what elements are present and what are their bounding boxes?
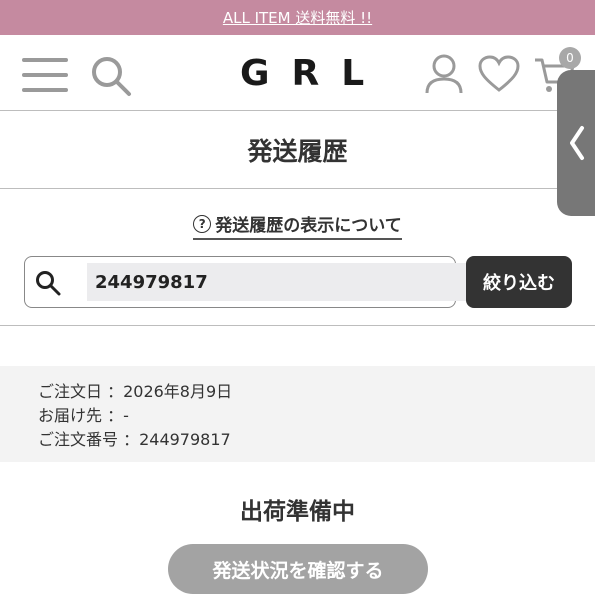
grl-logo[interactable]: GRL bbox=[240, 53, 364, 94]
cart-count-badge: 0 bbox=[559, 47, 581, 69]
side-drawer-tab[interactable] bbox=[557, 70, 595, 216]
question-circle-icon: ? bbox=[193, 214, 212, 233]
shipping-history-help-link[interactable]: ? 発送履歴の表示について bbox=[193, 211, 402, 240]
order-search-input[interactable] bbox=[87, 263, 470, 301]
help-link-label: 発送履歴の表示について bbox=[215, 216, 402, 236]
help-row: ? 発送履歴の表示について bbox=[0, 211, 595, 240]
order-date: ご注文日 ：2026年8月9日 bbox=[38, 382, 233, 401]
hamburger-menu-icon[interactable] bbox=[22, 58, 68, 92]
chevron-left-icon bbox=[570, 126, 584, 160]
order-info: ご注文日 ：2026年8月9日 お届け先 ：- ご注文番号 ：244979817 bbox=[0, 366, 595, 462]
shipping-status: 出荷準備中 bbox=[240, 499, 355, 525]
search-icon[interactable] bbox=[89, 54, 133, 98]
search-row: 絞り込む bbox=[0, 256, 595, 326]
filter-button[interactable]: 絞り込む bbox=[466, 256, 572, 308]
heart-icon[interactable] bbox=[477, 55, 521, 93]
search-icon bbox=[36, 271, 61, 296]
order-number: ご注文番号 ：244979817 bbox=[38, 430, 231, 449]
page-title: 発送履歴 bbox=[0, 111, 595, 189]
search-box bbox=[24, 256, 470, 308]
promo-banner: ALL ITEM 送料無料 !! bbox=[0, 0, 595, 35]
track-shipment-button[interactable]: 発送状況を確認する bbox=[168, 544, 428, 594]
order-address: お届け先 ：- bbox=[38, 406, 129, 425]
user-icon[interactable] bbox=[424, 53, 464, 95]
promo-link[interactable]: ALL ITEM 送料無料 !! bbox=[223, 7, 372, 28]
